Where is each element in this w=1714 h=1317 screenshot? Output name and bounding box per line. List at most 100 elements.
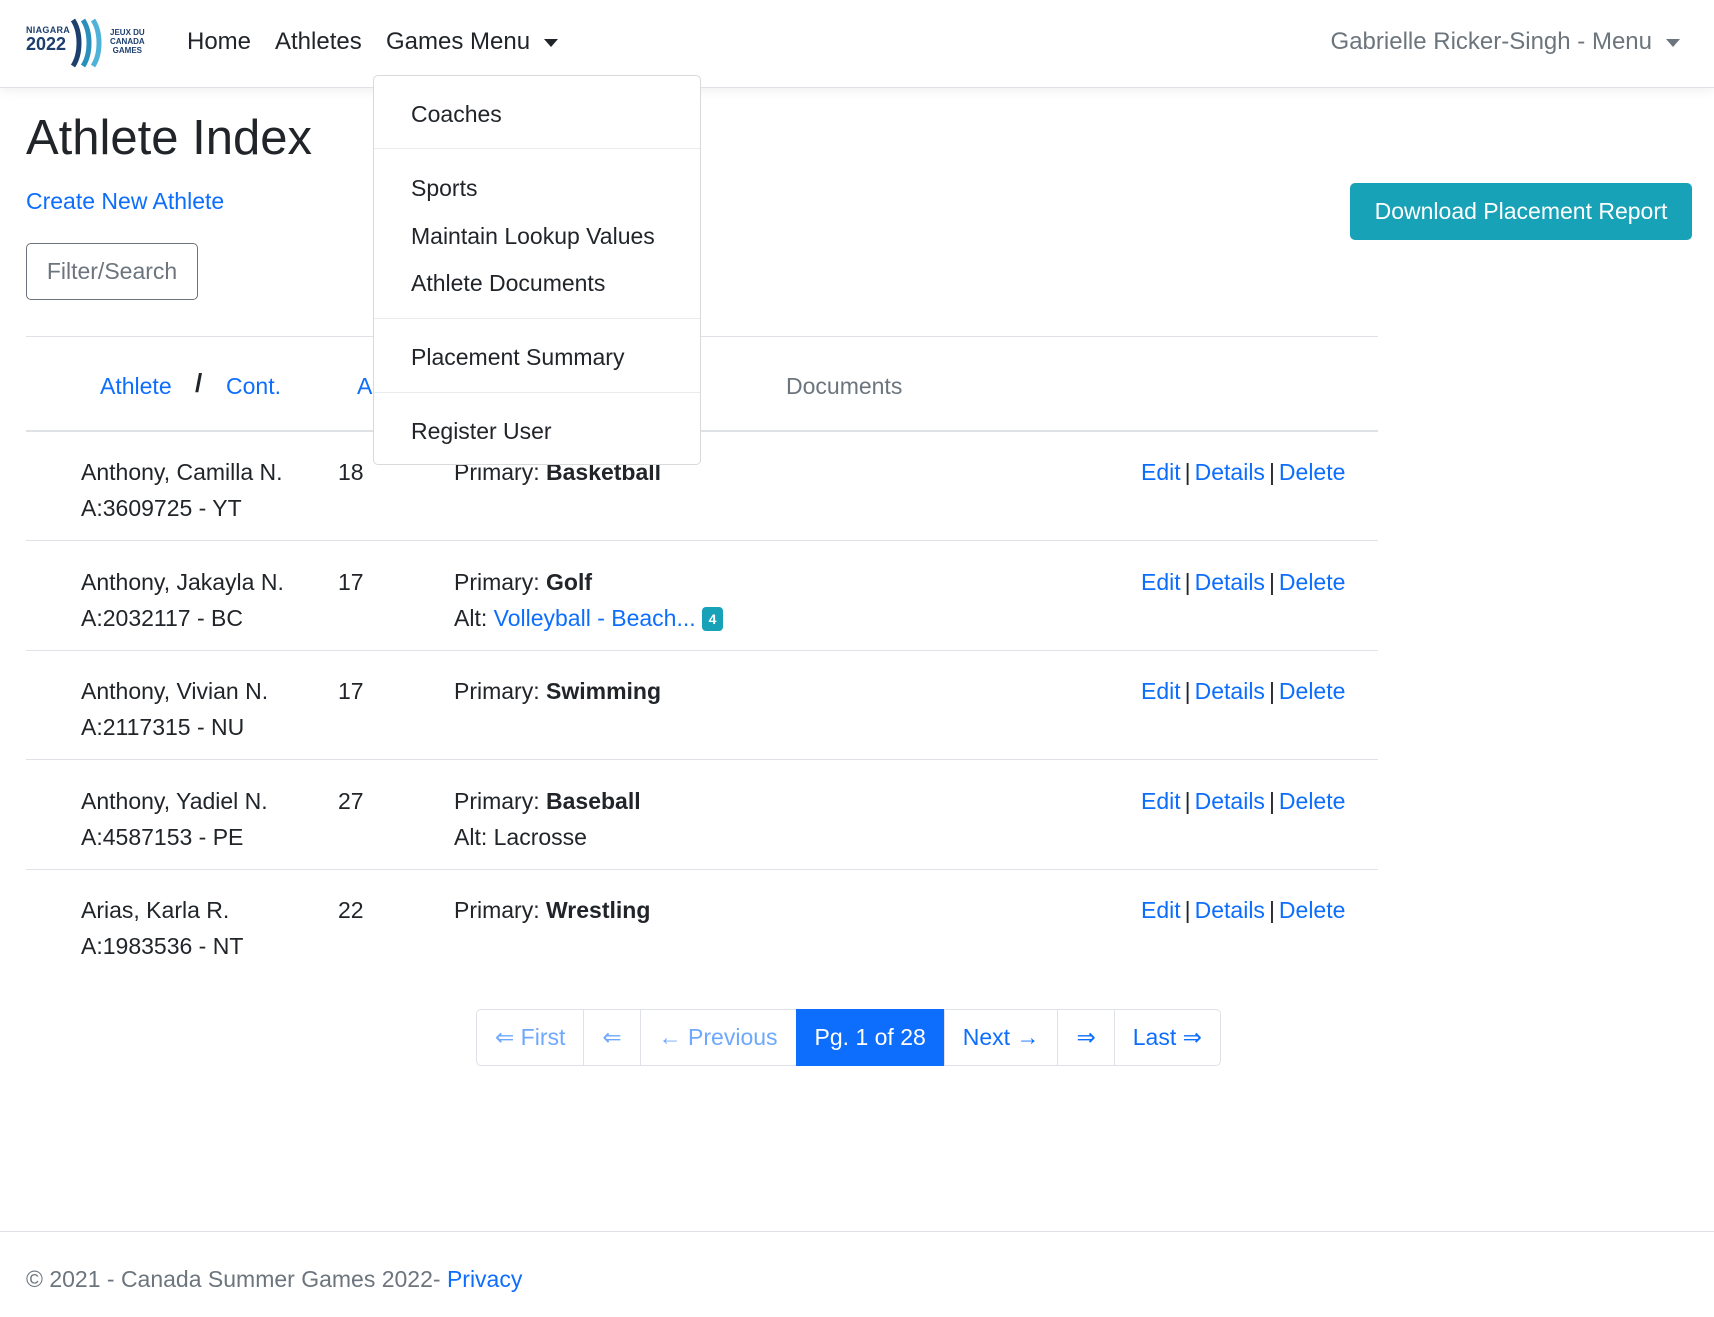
details-link[interactable]: Details bbox=[1195, 678, 1265, 704]
delete-link[interactable]: Delete bbox=[1279, 897, 1345, 923]
edit-link[interactable]: Edit bbox=[1141, 569, 1181, 595]
page-title: Athlete Index bbox=[26, 111, 313, 165]
games-menu-label: Games Menu bbox=[386, 28, 531, 55]
action-separator: | bbox=[1268, 897, 1275, 923]
footer-text: © 2021 - Canada Summer Games 2022- Priva… bbox=[26, 1266, 522, 1293]
caret-down-icon bbox=[544, 38, 559, 47]
dropdown-divider bbox=[374, 148, 700, 149]
page-current-indicator: Pg. 1 of 28 bbox=[795, 1009, 945, 1066]
athlete-id-contingent: A:1983536 - NT bbox=[81, 933, 244, 959]
details-link[interactable]: Details bbox=[1195, 897, 1265, 923]
footer: © 2021 - Canada Summer Games 2022- Priva… bbox=[0, 1231, 1714, 1317]
athlete-name-cell: Arias, Karla R. A:1983536 - NT bbox=[81, 892, 243, 964]
dropdown-item-sports[interactable]: Sports bbox=[411, 175, 477, 202]
primary-label: Primary: bbox=[454, 897, 546, 923]
athlete-name: Anthony, Camilla N. bbox=[81, 459, 283, 485]
primary-label: Primary: bbox=[454, 788, 546, 814]
athlete-id-contingent: A:4587153 - PE bbox=[81, 824, 244, 850]
athlete-id-contingent: A:2117315 - NU bbox=[81, 714, 245, 740]
athlete-name: Anthony, Vivian N. bbox=[81, 678, 269, 704]
edit-link[interactable]: Edit bbox=[1141, 788, 1181, 814]
alt-label: Alt: bbox=[454, 605, 494, 631]
games-menu-dropdown: Coaches Sports Maintain Lookup Values At… bbox=[373, 75, 701, 465]
logo-text-left: NIAGARA 2022 bbox=[26, 25, 71, 54]
nav-athletes[interactable]: Athletes bbox=[275, 28, 362, 56]
athlete-age: 17 bbox=[338, 678, 364, 704]
table-row: Anthony, Vivian N. A:2117315 - NU 17 Pri… bbox=[26, 651, 1378, 760]
user-menu-toggle[interactable]: Gabrielle Ricker-Singh - Menu bbox=[1331, 28, 1680, 56]
athlete-name-cell: Anthony, Jakayla N. A:2032117 - BC bbox=[81, 564, 284, 636]
action-separator: | bbox=[1268, 459, 1275, 485]
delete-link[interactable]: Delete bbox=[1279, 678, 1345, 704]
action-separator: | bbox=[1268, 569, 1275, 595]
primary-label: Primary: bbox=[454, 569, 546, 595]
dropdown-item-athlete-documents[interactable]: Athlete Documents bbox=[411, 270, 605, 297]
page-back-arrow-button[interactable]: ⇐ bbox=[583, 1009, 641, 1066]
action-separator: | bbox=[1184, 569, 1191, 595]
sort-athlete-header[interactable]: Athlete bbox=[100, 373, 172, 400]
sort-age-header[interactable]: A bbox=[357, 373, 372, 400]
page-first-button[interactable]: ⇐ First bbox=[476, 1009, 585, 1066]
delete-link[interactable]: Delete bbox=[1279, 569, 1345, 595]
dropdown-item-register-user[interactable]: Register User bbox=[411, 418, 552, 445]
row-actions: Edit | Details | Delete bbox=[1141, 783, 1345, 819]
athlete-sport-cell: Primary: Wrestling bbox=[454, 892, 650, 928]
privacy-link[interactable]: Privacy bbox=[447, 1266, 522, 1292]
filter-search-button[interactable]: Filter/Search bbox=[26, 243, 198, 300]
top-navbar: NIAGARA 2022 JEUX DU CANADA GAMES Home A… bbox=[0, 0, 1714, 88]
details-link[interactable]: Details bbox=[1195, 569, 1265, 595]
alt-sports-link[interactable]: Volleyball - Beach... bbox=[494, 605, 696, 631]
edit-link[interactable]: Edit bbox=[1141, 897, 1181, 923]
primary-label: Primary: bbox=[454, 678, 546, 704]
athlete-name: Anthony, Jakayla N. bbox=[81, 569, 284, 595]
page-previous-button[interactable]: ← Previous bbox=[639, 1009, 797, 1066]
delete-link[interactable]: Delete bbox=[1279, 788, 1345, 814]
logo-text-right: JEUX DU CANADA GAMES bbox=[110, 28, 145, 55]
row-actions: Edit | Details | Delete bbox=[1141, 892, 1345, 928]
athlete-sport-cell: Primary: Golf Alt: Volleyball - Beach...… bbox=[454, 564, 724, 636]
primary-sport: Wrestling bbox=[546, 897, 651, 923]
dropdown-divider bbox=[374, 392, 700, 393]
sort-contingent-header[interactable]: Cont. bbox=[226, 373, 281, 400]
table-top-border bbox=[26, 336, 1378, 337]
niagara-2022-logo[interactable]: NIAGARA 2022 JEUX DU CANADA GAMES bbox=[26, 16, 152, 68]
delete-link[interactable]: Delete bbox=[1279, 459, 1345, 485]
dropdown-item-placement-summary[interactable]: Placement Summary bbox=[411, 344, 624, 371]
logo-wave-icon bbox=[70, 18, 102, 68]
athlete-age: 27 bbox=[338, 788, 364, 814]
alt-count-badge: 4 bbox=[701, 607, 724, 631]
dropdown-divider bbox=[374, 318, 700, 319]
athlete-age: 22 bbox=[338, 897, 364, 923]
athlete-sport-cell: Primary: Baseball Alt: Lacrosse bbox=[454, 783, 641, 855]
footer-copyright: © 2021 - Canada Summer Games 2022- bbox=[26, 1266, 447, 1292]
page-next-button[interactable]: Next → bbox=[943, 1009, 1059, 1066]
page-last-button[interactable]: Last ⇒ bbox=[1113, 1009, 1221, 1066]
action-separator: | bbox=[1268, 678, 1275, 704]
athlete-name-cell: Anthony, Yadiel N. A:4587153 - PE bbox=[81, 783, 268, 855]
documents-header: Documents bbox=[786, 373, 903, 399]
action-separator: | bbox=[1268, 788, 1275, 814]
dropdown-item-coaches[interactable]: Coaches bbox=[411, 101, 502, 128]
row-actions: Edit | Details | Delete bbox=[1141, 454, 1345, 490]
action-separator: | bbox=[1184, 459, 1191, 485]
nav-games-menu[interactable]: Games Menu bbox=[386, 28, 559, 56]
edit-link[interactable]: Edit bbox=[1141, 459, 1181, 485]
alt-sport: Lacrosse bbox=[493, 824, 587, 850]
action-separator: | bbox=[1184, 678, 1191, 704]
table-row: Anthony, Yadiel N. A:4587153 - PE 27 Pri… bbox=[26, 761, 1378, 870]
details-link[interactable]: Details bbox=[1195, 459, 1265, 485]
create-athlete-link[interactable]: Create New Athlete bbox=[26, 188, 224, 215]
header-separator: / bbox=[195, 368, 203, 398]
athlete-id-contingent: A:2032117 - BC bbox=[81, 605, 243, 631]
action-separator: | bbox=[1184, 788, 1191, 814]
download-placement-report-button[interactable]: Download Placement Report bbox=[1350, 183, 1692, 240]
action-separator: | bbox=[1184, 897, 1191, 923]
page-forward-arrow-button[interactable]: ⇒ bbox=[1057, 1009, 1115, 1066]
details-link[interactable]: Details bbox=[1195, 788, 1265, 814]
nav-home[interactable]: Home bbox=[187, 28, 251, 56]
athlete-name-cell: Anthony, Camilla N. A:3609725 - YT bbox=[81, 454, 283, 526]
athlete-name-cell: Anthony, Vivian N. A:2117315 - NU bbox=[81, 673, 268, 745]
caret-down-icon bbox=[1666, 38, 1680, 47]
edit-link[interactable]: Edit bbox=[1141, 678, 1181, 704]
dropdown-item-lookup-values[interactable]: Maintain Lookup Values bbox=[411, 223, 655, 250]
